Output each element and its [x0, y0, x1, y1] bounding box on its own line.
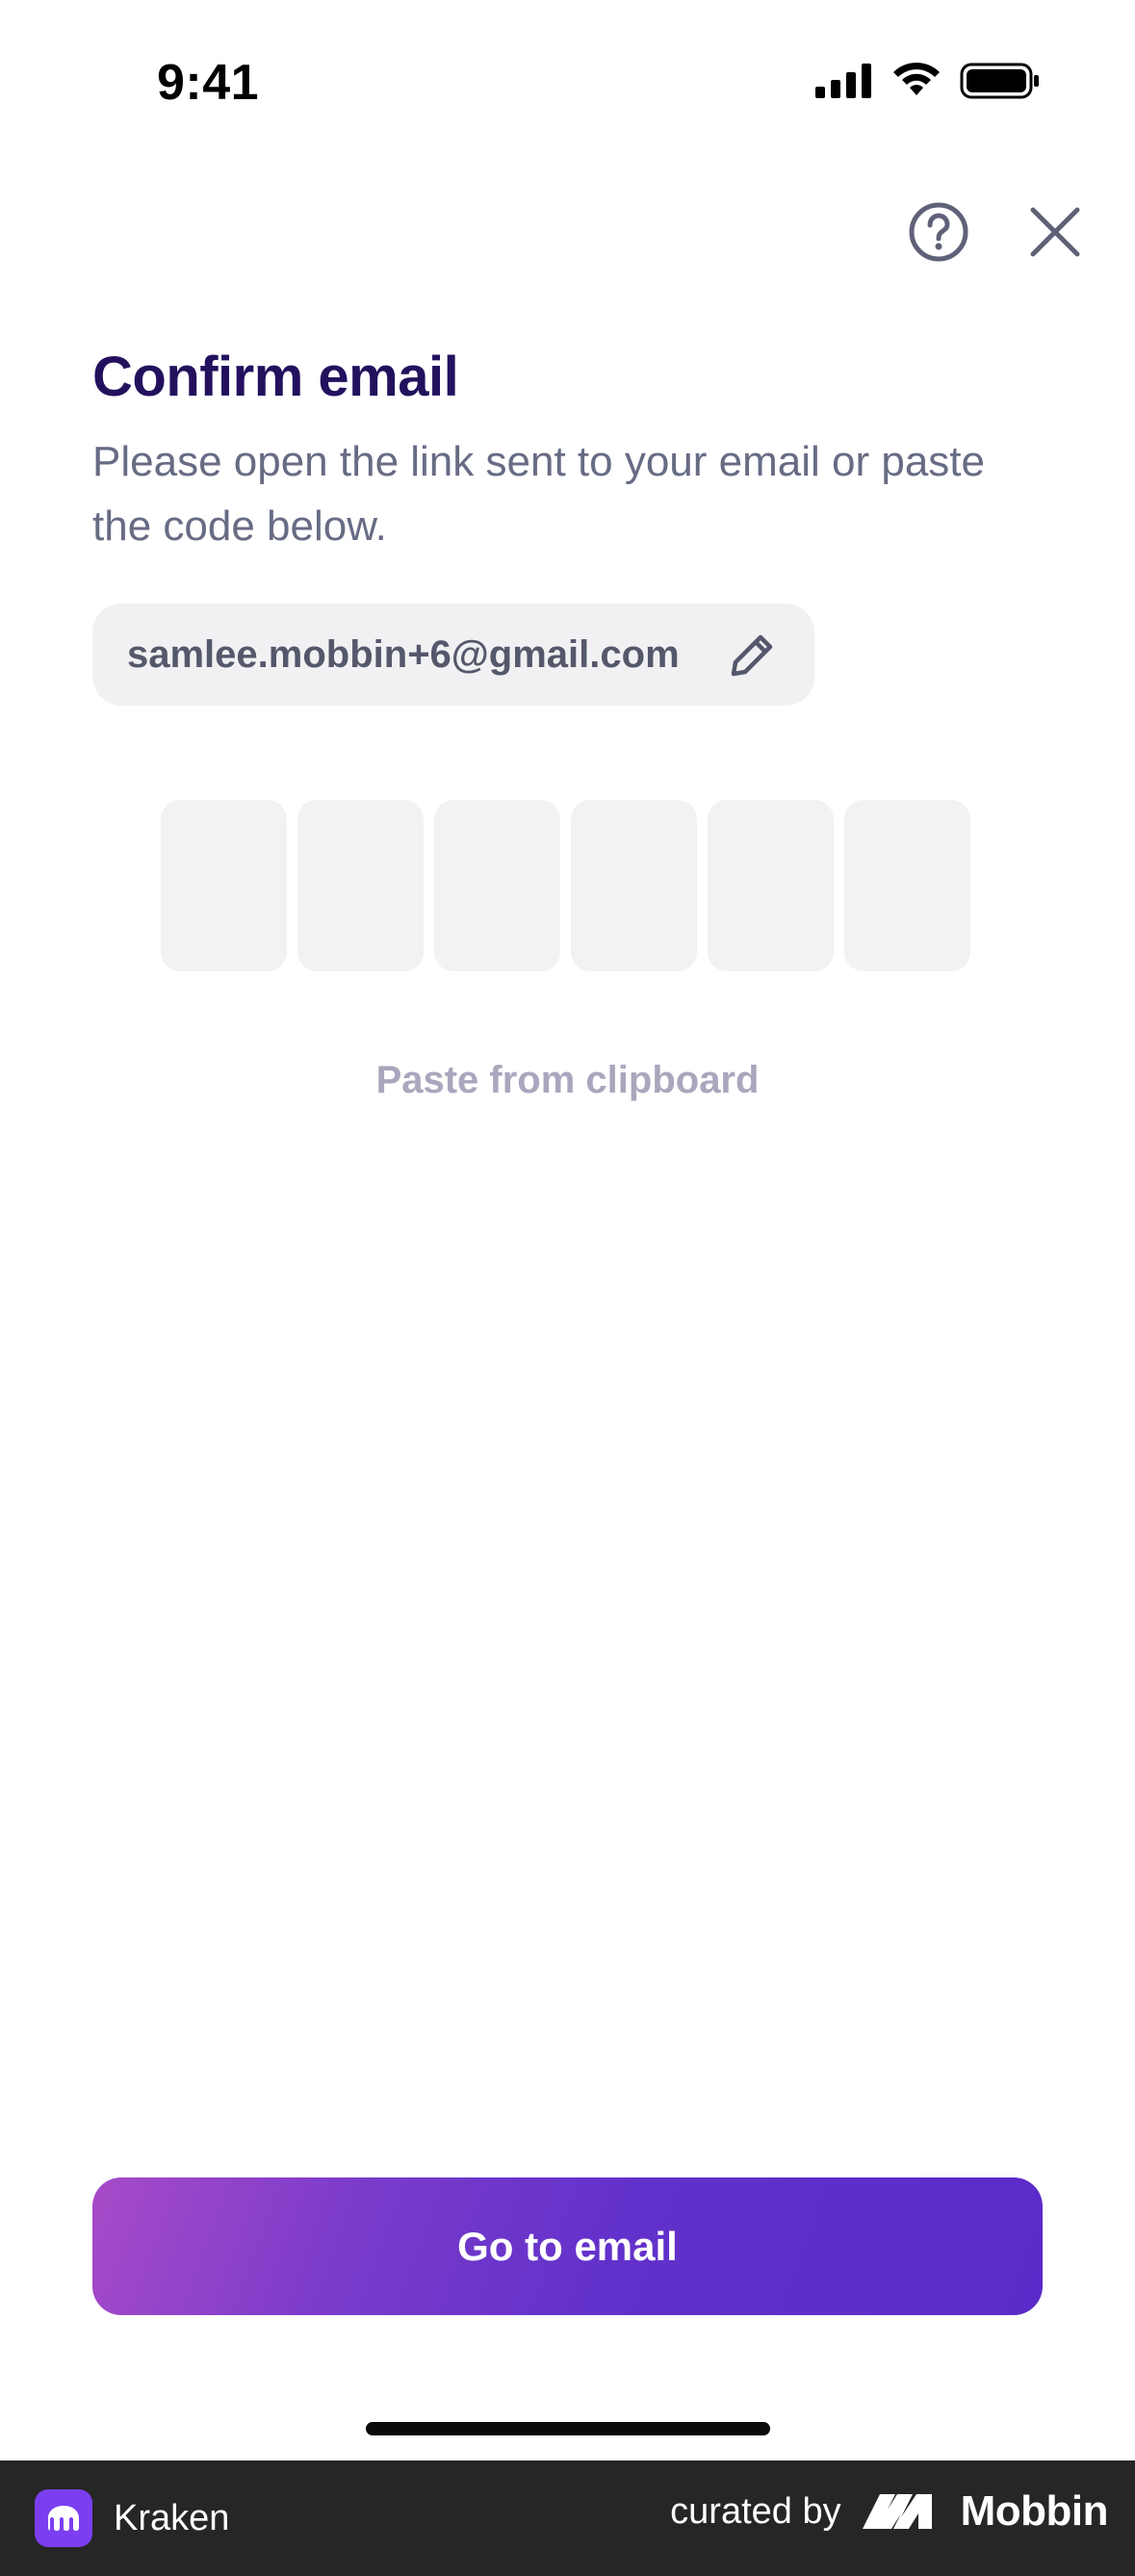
help-button[interactable]	[908, 201, 969, 263]
go-to-email-button[interactable]: Go to email	[92, 2177, 1043, 2315]
curated-label: curated by	[670, 2490, 841, 2532]
paste-from-clipboard-link[interactable]: Paste from clipboard	[0, 1059, 1135, 1102]
code-digit-1[interactable]	[161, 800, 287, 971]
close-button[interactable]	[1024, 201, 1086, 263]
code-digit-6[interactable]	[844, 800, 970, 971]
email-address: samlee.mobbin+6@gmail.com	[127, 632, 680, 676]
curated-by: curated by Mobbin	[670, 2487, 1108, 2536]
footer-app: Kraken	[35, 2489, 229, 2547]
status-time: 9:41	[157, 55, 260, 111]
footer-bar: Kraken curated by Mobbin	[0, 2460, 1135, 2576]
pencil-icon[interactable]	[728, 630, 778, 680]
mobbin-logo-icon	[862, 2494, 932, 2529]
close-icon	[1030, 207, 1080, 257]
wifi-icon	[893, 63, 940, 95]
status-bar: 9:41	[0, 0, 1135, 168]
page-title: Confirm email	[92, 346, 459, 408]
code-digit-3[interactable]	[434, 800, 560, 971]
code-digit-2[interactable]	[297, 800, 424, 971]
kraken-logo-icon	[35, 2489, 92, 2547]
battery-icon	[960, 63, 1039, 99]
code-digit-4[interactable]	[571, 800, 697, 971]
confirm-email-screen: 9:41 Confirm email Please open the link …	[0, 0, 1135, 2576]
app-name: Kraken	[114, 2497, 230, 2538]
brand-name: Mobbin	[960, 2487, 1109, 2535]
signal-icon	[815, 64, 871, 98]
email-chip[interactable]: samlee.mobbin+6@gmail.com	[92, 604, 814, 706]
page-subtitle: Please open the link sent to your email …	[92, 438, 985, 550]
mobbin-brand: Mobbin	[862, 2487, 1109, 2536]
question-circle-icon	[909, 202, 968, 262]
home-indicator	[366, 2422, 770, 2435]
code-input-row	[161, 800, 970, 971]
status-icons	[815, 62, 1041, 100]
code-digit-5[interactable]	[708, 800, 834, 971]
